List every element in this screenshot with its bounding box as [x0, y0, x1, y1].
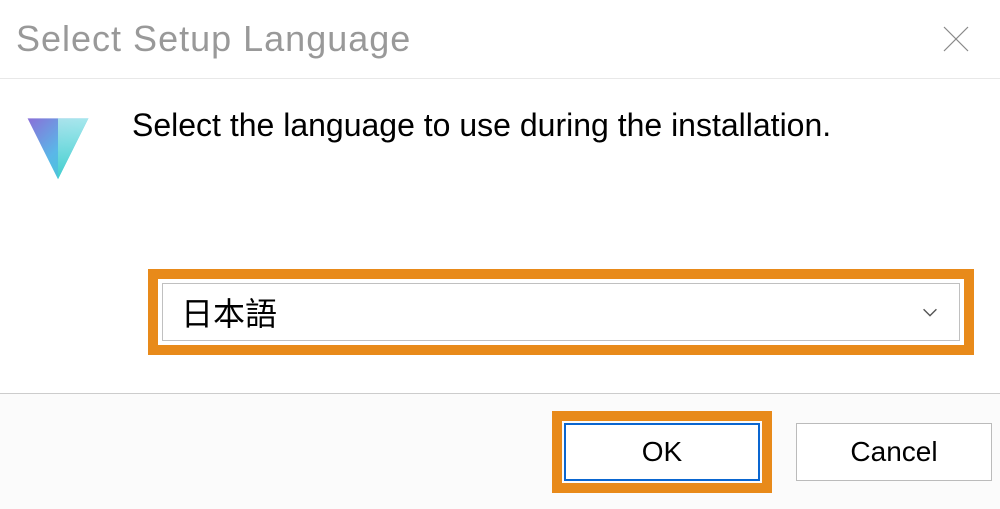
highlight-box-ok: OK — [552, 411, 772, 493]
titlebar: Select Setup Language — [0, 0, 1000, 79]
dialog-content: Select the language to use during the in… — [0, 79, 1000, 355]
dialog-footer: OK Cancel — [0, 393, 1000, 509]
close-button[interactable] — [936, 19, 976, 59]
language-dropdown-container: 日本語 — [148, 269, 974, 355]
close-icon — [940, 23, 972, 55]
cancel-button[interactable]: Cancel — [796, 423, 992, 481]
chevron-down-icon — [919, 301, 941, 323]
highlight-box-dropdown: 日本語 — [148, 269, 974, 355]
language-dropdown-value: 日本語 — [181, 289, 277, 335]
language-dropdown[interactable]: 日本語 — [162, 283, 960, 341]
app-icon — [20, 107, 96, 183]
window-title: Select Setup Language — [16, 18, 411, 60]
instruction-row: Select the language to use during the in… — [20, 101, 974, 183]
ok-button[interactable]: OK — [564, 423, 760, 481]
instruction-text: Select the language to use during the in… — [132, 107, 831, 144]
